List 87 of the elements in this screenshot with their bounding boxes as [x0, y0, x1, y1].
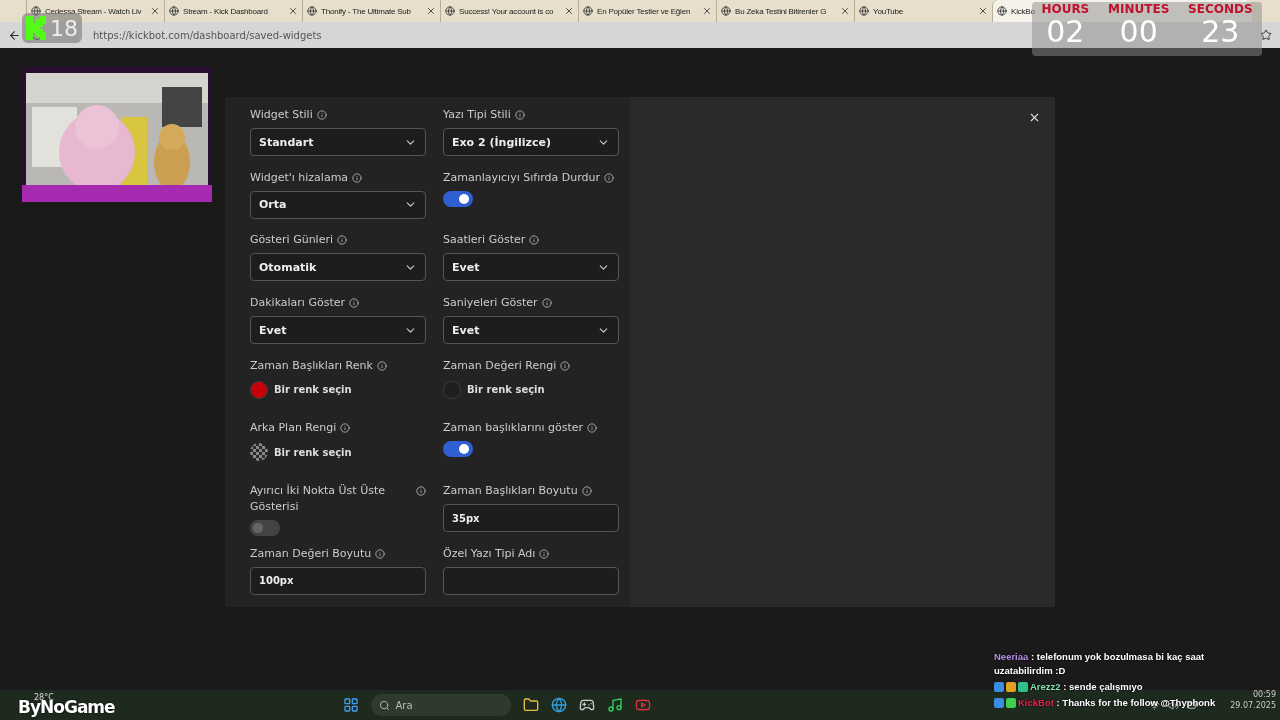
field-label: Widget Stili [250, 107, 313, 123]
info-icon [340, 423, 351, 434]
dropdown[interactable]: Evet [443, 316, 619, 345]
search-icon [378, 699, 390, 711]
info-icon [539, 548, 550, 559]
close-icon[interactable] [426, 6, 436, 16]
timer-unit-label: HOURS [1041, 2, 1090, 16]
input-field[interactable]: 100px [250, 566, 426, 595]
timer-unit-label: MINUTES [1108, 2, 1170, 16]
info-icon [337, 235, 347, 246]
field-label: Zaman Değeri Rengi [443, 357, 557, 374]
timer-unit-label: SECONDS [1188, 2, 1253, 16]
globe-icon [31, 6, 41, 16]
close-icon[interactable] [978, 6, 988, 16]
info-icon [375, 548, 386, 559]
info-icon [529, 235, 540, 246]
info-icon [316, 110, 327, 120]
info-icon [604, 172, 614, 183]
input-field[interactable] [443, 566, 619, 595]
chat-message: KickBot : Thanks for the follow @Thyphonk [994, 696, 1226, 710]
field-label: Özel Yazı Tipi Adı [443, 545, 536, 562]
star-icon[interactable] [1260, 29, 1272, 41]
close-icon[interactable] [150, 6, 160, 16]
field-label: Saatleri Göster [443, 232, 526, 249]
close-icon[interactable] [702, 6, 712, 16]
info-icon [349, 298, 359, 309]
field-label: Zamanlayıcıyı Sıfırda Durdur [443, 169, 600, 186]
chat-message: Arezz2 : sende çalışmıyo [994, 680, 1226, 694]
chat-message: Neeriaa : telefonum yok bozulmasa bi kaç saat uzatabilirdim :D [994, 650, 1206, 678]
dropdown[interactable]: Otomatik [250, 253, 426, 282]
address-bar[interactable]: https://kickbot.com/dashboard/saved-widgets [93, 29, 322, 41]
color-swatch[interactable] [250, 380, 268, 399]
folder-icon[interactable] [522, 697, 539, 713]
dropdown[interactable]: Exo 2 (İngilizce) [443, 128, 619, 156]
video-icon[interactable] [634, 697, 651, 713]
toggle-switch[interactable] [250, 520, 280, 537]
info-icon [376, 360, 387, 371]
dropdown[interactable]: Evet [250, 316, 426, 345]
color-picker-label[interactable]: Bir renk seçin [274, 446, 352, 458]
color-picker-label[interactable]: Bir renk seçin [274, 384, 352, 396]
toggle-switch[interactable] [443, 441, 473, 458]
clock-time: 00:59 [1252, 690, 1276, 699]
transparent-swatch[interactable] [250, 443, 268, 462]
info-icon [587, 423, 598, 434]
dropdown[interactable]: Orta [250, 190, 426, 219]
field-label: Zaman başlıklarını göster [443, 420, 584, 437]
info-icon [581, 486, 592, 497]
back-icon[interactable] [8, 28, 21, 42]
info-icon [560, 360, 571, 371]
field-label: Arka Plan Rengi [250, 420, 337, 437]
info-icon [514, 110, 525, 120]
globe-icon [445, 6, 455, 16]
globe-icon [583, 6, 593, 16]
dropdown[interactable]: Standart [250, 128, 426, 156]
globe-icon [307, 6, 317, 16]
globe-icon [721, 6, 731, 16]
field-label: Zaman Başlıkları Renk [250, 357, 373, 374]
globe-icon [997, 6, 1007, 16]
start-icon[interactable] [342, 697, 359, 713]
dropdown[interactable]: Evet [443, 253, 619, 282]
field-label: Widget'ı hizalama [250, 169, 349, 186]
field-label: Zaman Değeri Boyutu [250, 545, 372, 562]
globe-icon [169, 6, 179, 16]
k-logo-icon [26, 16, 46, 40]
close-icon[interactable] [288, 6, 298, 16]
search-field[interactable]: Ara [370, 694, 511, 716]
close-icon[interactable] [840, 6, 850, 16]
browser-icon[interactable] [550, 697, 567, 713]
field-label: Saniyeleri Göster [443, 295, 538, 312]
field-label: Dakikaları Göster [250, 295, 345, 312]
field-label: Ayırıcı İki Nokta Üst Üste Gösterisi [250, 483, 387, 516]
info-icon [541, 298, 552, 309]
toggle-switch[interactable] [443, 190, 473, 207]
info-icon [352, 172, 363, 183]
field-label: Gösteri Günleri [250, 232, 333, 249]
field-label: Zaman Başlıkları Boyutu [443, 483, 578, 500]
globe-icon [859, 6, 869, 16]
input-field[interactable]: 35px [443, 504, 619, 533]
field-label: Yazı Tipi Stili [443, 107, 511, 123]
music-icon[interactable] [606, 697, 623, 713]
clock-date: 29.07.2025 [1230, 701, 1276, 710]
info-icon [416, 486, 426, 497]
color-swatch[interactable] [443, 380, 461, 399]
gamepad-icon[interactable] [578, 697, 595, 713]
color-picker-label[interactable]: Bir renk seçin [467, 384, 545, 396]
close-icon [1028, 111, 1041, 124]
close-icon[interactable] [564, 6, 574, 16]
